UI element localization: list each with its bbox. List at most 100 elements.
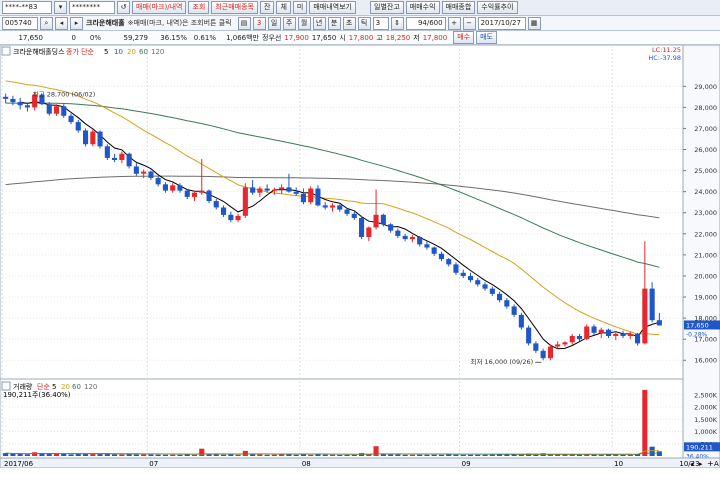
- candle-body: [366, 227, 372, 237]
- candle-body: [417, 237, 423, 245]
- price-legend-ma10: 10: [114, 48, 123, 56]
- candle-body: [438, 253, 444, 260]
- symbol-name: 크라운해태홀: [86, 19, 125, 27]
- candle-body: [598, 329, 604, 333]
- contract-button[interactable]: 체: [276, 1, 291, 14]
- price-legend-toggle-icon[interactable]: [1, 46, 11, 56]
- refresh-icon[interactable]: ↺: [117, 1, 130, 14]
- scroll-left-icon[interactable]: ◂: [690, 460, 694, 468]
- candle-body: [250, 187, 256, 193]
- profit-rate-button[interactable]: 수익률추이: [477, 1, 518, 14]
- count-field[interactable]: 3: [372, 16, 389, 30]
- candle-body: [68, 115, 74, 123]
- hint-text: ※매매(마크, 내역)은 조회버튼 클릭: [127, 19, 232, 27]
- top-toolbar: ****-**83 ▾ ******** ↺ 매매(마크)/내역 조회 최근매매…: [0, 0, 720, 16]
- balance-button[interactable]: 잔: [260, 1, 275, 14]
- trade-profit-button[interactable]: 매매수익: [405, 1, 440, 14]
- page-counter: 94/600: [405, 16, 446, 30]
- arrow-left-icon[interactable]: ◂: [55, 16, 68, 30]
- candle-body: [133, 166, 139, 174]
- low-value: 17,800: [422, 33, 448, 42]
- period-unit-day[interactable]: 일: [267, 16, 281, 30]
- zoom-in-icon[interactable]: +: [447, 16, 461, 30]
- date-field[interactable]: 2017/10/27: [477, 16, 526, 30]
- volume-bar: [395, 454, 401, 456]
- volume-panel: [0, 378, 684, 459]
- candle-body: [380, 214, 386, 225]
- candle-body: [242, 187, 248, 216]
- volume-bar: [53, 453, 59, 456]
- price-legend-ma60: 60: [139, 48, 148, 56]
- calendar-icon[interactable]: ▦: [527, 16, 541, 30]
- candle-body: [213, 201, 219, 208]
- prev-label: 정우선: [262, 33, 282, 42]
- candle-body: [446, 259, 452, 265]
- candle-body: [526, 327, 532, 344]
- volume-bar: [235, 454, 241, 456]
- volume-bar: [264, 454, 270, 456]
- period-unit-second[interactable]: 초: [342, 16, 356, 30]
- volume-bar: [46, 453, 52, 456]
- candle-body: [337, 205, 343, 210]
- trade-history-tab[interactable]: 매매(마크)/내역: [132, 1, 187, 14]
- volume-tick-label: 1,000K: [694, 428, 718, 436]
- scroll-zoom-icon[interactable]: ▸: [699, 460, 703, 468]
- unfilled-button[interactable]: 미: [292, 1, 308, 14]
- symbol-code-field[interactable]: 005740: [2, 16, 38, 30]
- volume-bar: [315, 454, 321, 456]
- volume-bar: [598, 454, 604, 456]
- trade-total-button[interactable]: 매매종합: [441, 1, 476, 14]
- candle-body: [264, 188, 270, 191]
- volume-tick-label: 1,500K: [694, 416, 718, 424]
- trade-history-view-button[interactable]: 매매내역보기: [309, 1, 356, 14]
- candle-body: [53, 106, 59, 114]
- period-number[interactable]: 3: [252, 16, 266, 30]
- account-dropdown-icon[interactable]: ▾: [54, 1, 67, 14]
- volume-bar: [271, 454, 277, 456]
- period-unit-year[interactable]: 년: [312, 16, 326, 30]
- volume-bar: [221, 454, 227, 456]
- volume-bar: [119, 454, 125, 456]
- volume-bar: [504, 454, 510, 456]
- y-tick-label: 22,000: [694, 230, 717, 238]
- daily-balance-button[interactable]: 일별잔고: [370, 1, 404, 14]
- chart-type-icon[interactable]: ▤: [237, 16, 251, 30]
- candle-body: [199, 190, 205, 193]
- volume-bar: [162, 454, 168, 456]
- volume-legend-toggle-icon[interactable]: [1, 381, 11, 391]
- search-icon[interactable]: ⌕: [40, 16, 53, 30]
- candle-body: [286, 187, 292, 192]
- arrow-right-icon[interactable]: ▸: [70, 16, 83, 30]
- candle-body: [271, 189, 277, 191]
- zoom-a-icon[interactable]: A: [714, 460, 719, 468]
- volume-bar: [308, 454, 314, 456]
- price-panel: [0, 45, 684, 380]
- query-button[interactable]: 조회: [188, 1, 210, 14]
- x-axis-strip: [0, 457, 720, 468]
- trade-amount: 1,066백만: [226, 33, 259, 42]
- candle-body: [257, 188, 263, 193]
- price-info-bar: 17,650 0 0% 59,279 36.15% 0.61% 1,066백만 …: [0, 31, 720, 45]
- count-stepper-icon[interactable]: ⇕: [390, 16, 404, 30]
- candle-body: [162, 184, 168, 191]
- buy-button[interactable]: 매수: [453, 31, 475, 44]
- candle-body: [431, 247, 437, 254]
- x-tick-label: 10: [614, 460, 623, 468]
- account-field[interactable]: ****-**83: [2, 1, 52, 14]
- password-field[interactable]: ********: [69, 1, 115, 14]
- period-unit-tick[interactable]: 틱: [357, 16, 371, 30]
- candle-body: [75, 122, 81, 131]
- stock-chart[interactable]: 16,00017,00018,00019,00020,00021,00022,0…: [0, 45, 720, 468]
- y-tick-label: 21,000: [694, 251, 717, 259]
- y-tick-label: 29,000: [694, 83, 717, 91]
- candle-body: [112, 157, 118, 160]
- y-tick-label: 20,000: [694, 272, 717, 280]
- zoom-out-icon[interactable]: −: [462, 16, 476, 30]
- period-unit-minute[interactable]: 분: [327, 16, 341, 30]
- zoom-plus-icon[interactable]: +: [707, 459, 714, 468]
- recent-trade-button[interactable]: 최근매매종목: [211, 1, 258, 14]
- sell-button[interactable]: 매도: [476, 31, 497, 44]
- period-unit-week[interactable]: 주: [282, 16, 296, 30]
- period-unit-month[interactable]: 월: [297, 16, 311, 30]
- current-price-marker-label: 17,650: [686, 321, 709, 329]
